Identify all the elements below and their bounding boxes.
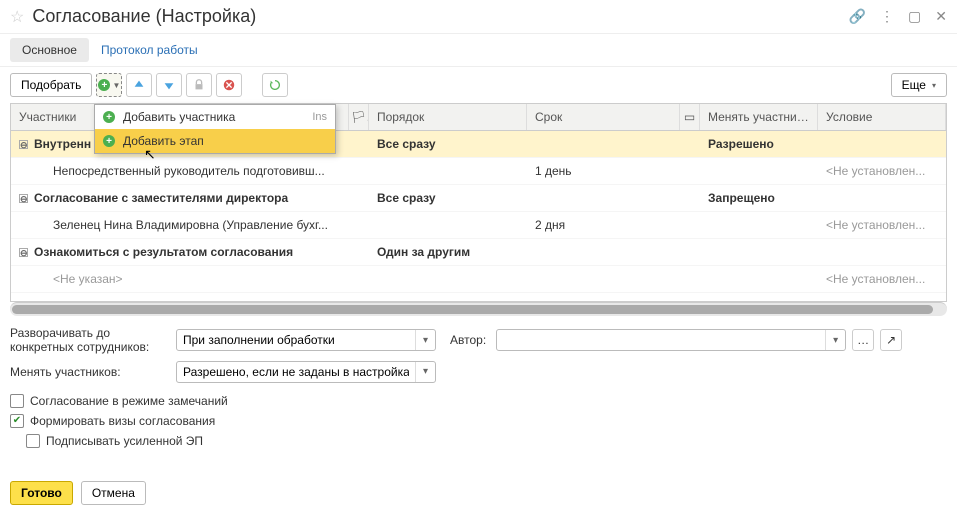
tab-protocol[interactable]: Протокол работы bbox=[89, 38, 210, 62]
tab-main[interactable]: Основное bbox=[10, 38, 89, 62]
maximize-icon[interactable]: ▢ bbox=[908, 8, 921, 25]
author-select[interactable]: ▾ bbox=[496, 329, 846, 351]
expand-select[interactable]: ▾ bbox=[176, 329, 436, 351]
dropdown-add-participant[interactable]: + Добавить участника Ins bbox=[95, 105, 335, 129]
change-select[interactable]: ▾ bbox=[176, 361, 436, 383]
col-condition[interactable]: Условие bbox=[818, 104, 946, 130]
col-deadline[interactable]: Срок bbox=[527, 104, 680, 130]
author-label: Автор: bbox=[450, 333, 486, 347]
window-title: Согласование (Настройка) bbox=[32, 6, 840, 27]
sign-label: Подписывать усиленной ЭП bbox=[46, 434, 203, 448]
table-row[interactable]: Зеленец Нина Владимировна (Управление бу… bbox=[11, 212, 946, 239]
expand-icon[interactable]: ⊖ bbox=[19, 140, 28, 149]
col-flag[interactable]: 🏳 bbox=[349, 104, 369, 130]
table-row[interactable]: ⊖Согласование с заместителями директораВ… bbox=[11, 185, 946, 212]
row-name: <Не указан> bbox=[53, 272, 123, 286]
dropdown-icon[interactable]: ▾ bbox=[825, 330, 845, 350]
visas-checkbox[interactable]: ✔ bbox=[10, 414, 24, 428]
dropdown-icon[interactable]: ▾ bbox=[415, 330, 435, 350]
link-icon[interactable]: 🔗 bbox=[849, 8, 866, 25]
plus-icon: + bbox=[98, 79, 110, 91]
plus-icon: + bbox=[103, 111, 115, 123]
horizontal-scrollbar[interactable] bbox=[10, 302, 947, 316]
move-up-button[interactable] bbox=[126, 73, 152, 97]
row-name: Внутренн bbox=[34, 137, 91, 151]
lock-button[interactable] bbox=[186, 73, 212, 97]
more-icon[interactable]: ⋮ bbox=[880, 8, 894, 25]
table-row[interactable]: ⊖ Ознакомиться с результатом согласования… bbox=[11, 239, 946, 266]
more-button[interactable]: Еще▾ bbox=[891, 73, 947, 97]
author-input[interactable] bbox=[497, 333, 825, 347]
add-button[interactable]: +▼ bbox=[96, 73, 122, 97]
author-open-button[interactable]: ↗ bbox=[880, 329, 902, 351]
row-name: Согласование с заместителями директора bbox=[34, 191, 288, 205]
move-down-button[interactable] bbox=[156, 73, 182, 97]
expand-icon[interactable]: ⊖ bbox=[19, 248, 28, 257]
table-row[interactable]: Непосредственный руководитель подготовив… bbox=[11, 158, 946, 185]
select-button[interactable]: Подобрать bbox=[10, 73, 92, 97]
dropdown-icon[interactable]: ▾ bbox=[415, 362, 435, 382]
col-flag2[interactable]: ▭ bbox=[680, 104, 700, 130]
expand-icon[interactable]: ⊖ bbox=[19, 194, 28, 203]
row-name: Ознакомиться с результатом согласования bbox=[34, 245, 293, 259]
dropdown-add-stage[interactable]: + Добавить этап bbox=[95, 129, 335, 153]
add-dropdown: + Добавить участника Ins + Добавить этап bbox=[94, 104, 336, 154]
table-row[interactable]: <Не указан><Не установлен... bbox=[11, 266, 946, 293]
row-name: Зеленец Нина Владимировна (Управление бу… bbox=[53, 218, 328, 232]
col-order[interactable]: Порядок bbox=[369, 104, 527, 130]
cancel-button[interactable]: Отмена bbox=[81, 481, 146, 505]
visas-label: Формировать визы согласования bbox=[30, 414, 215, 428]
remarks-checkbox[interactable] bbox=[10, 394, 24, 408]
expand-input[interactable] bbox=[177, 333, 415, 347]
change-input[interactable] bbox=[177, 365, 415, 379]
col-change[interactable]: Менять участнико... bbox=[700, 104, 818, 130]
change-label: Менять участников: bbox=[10, 365, 170, 379]
row-name: Непосредственный руководитель подготовив… bbox=[53, 164, 325, 178]
author-pick-button[interactable]: … bbox=[852, 329, 874, 351]
close-icon[interactable]: ✕ bbox=[935, 8, 947, 25]
refresh-button[interactable] bbox=[262, 73, 288, 97]
favorite-star-icon[interactable]: ☆ bbox=[10, 7, 24, 27]
remarks-label: Согласование в режиме замечаний bbox=[30, 394, 228, 408]
done-button[interactable]: Готово bbox=[10, 481, 73, 505]
sign-checkbox[interactable] bbox=[26, 434, 40, 448]
expand-label: Разворачивать до конкретных сотрудников: bbox=[10, 326, 170, 355]
delete-button[interactable] bbox=[216, 73, 242, 97]
plus-icon: + bbox=[103, 135, 115, 147]
